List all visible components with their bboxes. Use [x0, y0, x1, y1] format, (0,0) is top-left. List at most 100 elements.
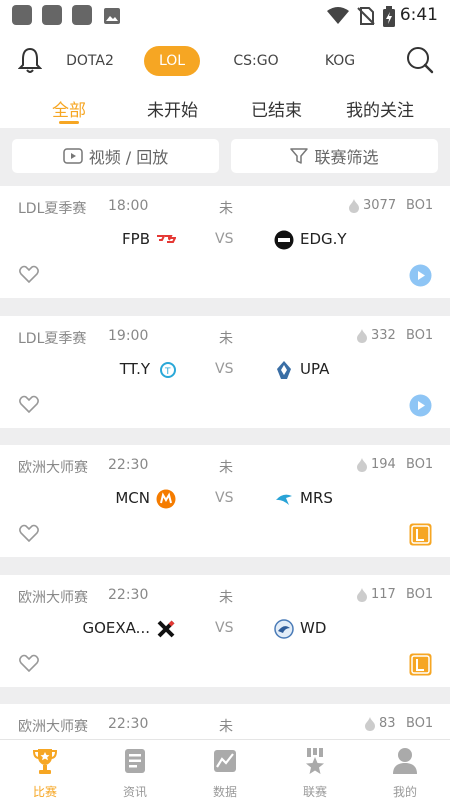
team-logo-icon: [156, 489, 176, 509]
match-card[interactable]: LDL夏季赛 18:00 未 3077 BO1 FPB VS EDG.Y: [0, 186, 450, 298]
home-team-name: GOEXA...: [82, 619, 151, 637]
match-card[interactable]: 欧洲大师赛 22:30 未 194 BO1 MCN VS MRS: [0, 445, 450, 557]
search-icon[interactable]: [405, 45, 435, 75]
nav-label: 资讯: [122, 785, 147, 799]
notification-icon: [12, 5, 32, 25]
svg-text:T: T: [164, 367, 171, 377]
league-filter-button[interactable]: 联赛筛选: [231, 139, 438, 173]
heat-count: 117: [356, 587, 396, 602]
heat-value: 332: [371, 328, 396, 343]
flame-icon: [349, 199, 359, 213]
top-bar: DOTA2 LOL CS:GO KOG: [0, 32, 450, 90]
away-team-name: UPA: [300, 360, 330, 378]
heat-value: 194: [371, 457, 396, 472]
status-bar: 6:41: [0, 0, 450, 32]
notification-icon: [72, 5, 92, 25]
home-team-name: FPB: [122, 230, 150, 248]
heart-icon[interactable]: [19, 395, 39, 413]
heat-count: 332: [356, 328, 396, 343]
flame-icon: [357, 458, 367, 472]
nav-league[interactable]: 联赛: [270, 746, 360, 800]
match-card[interactable]: LDL夏季赛 19:00 未 332 BO1 TT.Y T VS UPA: [0, 316, 450, 428]
heat-count: 83: [364, 716, 396, 731]
match-format: BO1: [406, 716, 434, 731]
match-format: BO1: [406, 457, 434, 472]
tab-all[interactable]: 全部: [52, 96, 86, 121]
team-logo-icon: [157, 620, 175, 638]
image-icon: [104, 8, 120, 24]
vs-label: VS: [215, 231, 234, 247]
bottom-nav: 比赛 资讯 数据 联赛 我的: [0, 739, 450, 800]
team-logo-icon: [277, 361, 291, 379]
heart-icon[interactable]: [19, 654, 39, 672]
flame-icon: [365, 717, 375, 731]
trophy-icon: [32, 749, 58, 774]
tab-finished[interactable]: 已结束: [251, 96, 302, 121]
vs-label: VS: [215, 490, 234, 506]
nav-profile[interactable]: 我的: [360, 746, 450, 800]
video-icon: [62, 148, 83, 164]
heat-value: 117: [371, 587, 396, 602]
battery-icon: [383, 6, 395, 27]
match-status: 未: [219, 590, 233, 606]
match-time: 19:00: [108, 328, 149, 344]
heat-count: 3077: [348, 198, 396, 213]
home-team-name: TT.Y: [119, 360, 150, 378]
team-logo-icon: T: [160, 362, 176, 378]
match-status: 未: [219, 460, 233, 476]
team-logo-icon: [276, 494, 292, 505]
filter-bar: 视频 / 回放 联赛筛选: [0, 128, 450, 186]
away-team-name: WD: [300, 619, 327, 637]
league-filter-label: 联赛筛选: [314, 148, 379, 167]
game-tab-dota2[interactable]: DOTA2: [62, 46, 118, 76]
vs-label: VS: [215, 361, 234, 377]
match-format: BO1: [406, 587, 434, 602]
no-sim-icon: [357, 7, 375, 25]
nav-news[interactable]: 资讯: [90, 746, 180, 800]
video-replay-button[interactable]: 视频 / 回放: [12, 139, 219, 173]
league-name: LDL夏季赛: [18, 331, 87, 347]
match-status: 未: [219, 331, 233, 347]
sub-tabs: 全部 未开始 已结束 我的关注: [0, 90, 450, 128]
game-tab-lol[interactable]: LOL: [144, 46, 200, 76]
league-name: 欧洲大师赛: [18, 460, 88, 476]
notification-icon: [42, 5, 62, 25]
heart-icon[interactable]: [19, 524, 39, 542]
match-card[interactable]: 欧洲大师赛 22:30 未 83 BO1: [0, 704, 450, 739]
match-status: 未: [219, 719, 233, 735]
match-format: BO1: [406, 328, 434, 343]
vs-label: VS: [215, 620, 234, 636]
heart-icon[interactable]: [19, 265, 39, 283]
news-icon: [125, 749, 145, 773]
league-icon: [306, 748, 324, 774]
match-card[interactable]: 欧洲大师赛 22:30 未 117 BO1 GOEXA... VS WD: [0, 575, 450, 687]
away-team-name: MRS: [300, 489, 333, 507]
game-tab-kog[interactable]: KOG: [312, 46, 368, 76]
flame-icon: [357, 588, 367, 602]
lol-stream-icon[interactable]: [409, 653, 432, 676]
tab-upcoming[interactable]: 未开始: [147, 96, 198, 121]
play-icon[interactable]: [409, 394, 432, 417]
active-tab-indicator: [59, 121, 79, 124]
match-time: 18:00: [108, 198, 149, 214]
nav-label: 联赛: [302, 785, 327, 799]
game-tab-csgo[interactable]: CS:GO: [228, 46, 284, 76]
play-icon[interactable]: [409, 264, 432, 287]
away-team-name: EDG.Y: [300, 230, 347, 248]
flame-icon: [357, 329, 367, 343]
lol-stream-icon[interactable]: [409, 523, 432, 546]
nav-label: 比赛: [32, 785, 57, 799]
team-logo-icon: [274, 230, 294, 250]
home-team-name: MCN: [115, 489, 150, 507]
data-icon: [214, 750, 236, 772]
nav-matches[interactable]: 比赛: [0, 746, 90, 800]
nav-data[interactable]: 数据: [180, 746, 270, 800]
heat-count: 194: [356, 457, 396, 472]
league-name: 欧洲大师赛: [18, 719, 88, 735]
match-time: 22:30: [108, 457, 149, 473]
bell-icon[interactable]: [18, 46, 42, 74]
match-time: 22:30: [108, 716, 149, 732]
tab-following[interactable]: 我的关注: [346, 96, 414, 121]
filter-icon: [290, 148, 309, 164]
clock: 6:41: [399, 5, 438, 25]
